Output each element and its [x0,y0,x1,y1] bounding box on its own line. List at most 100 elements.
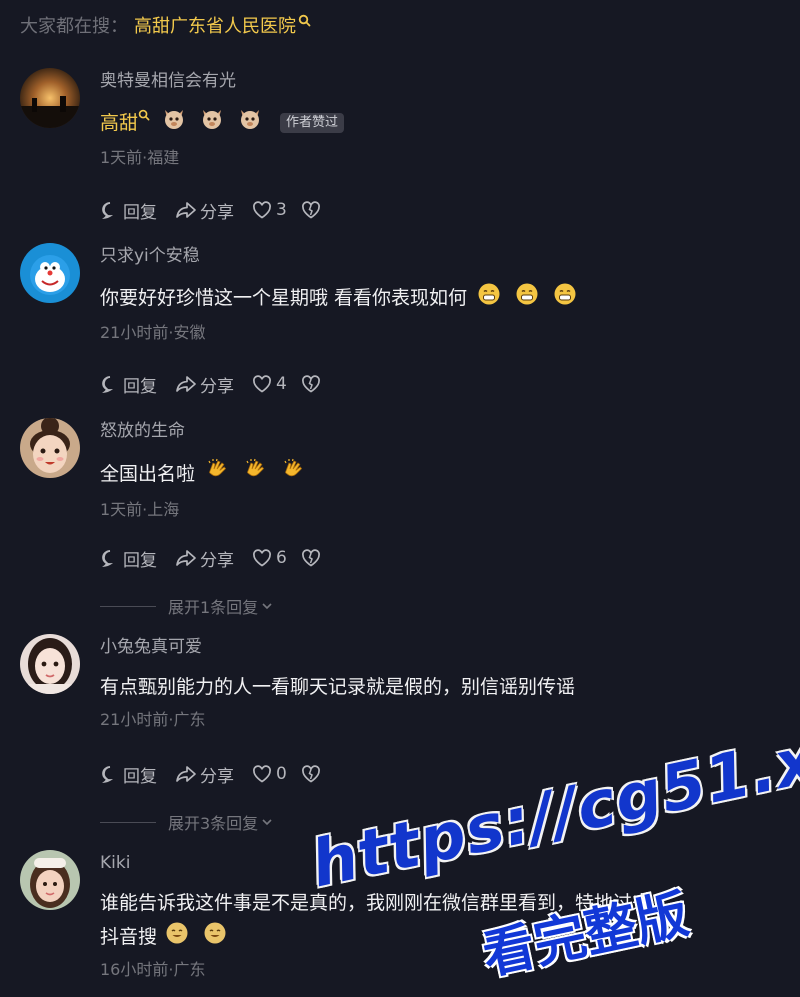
share-icon [176,550,196,566]
reply-icon [102,376,114,394]
share-button[interactable]: 分享 [175,198,234,223]
comment-actions: 回复 分享 6 [100,544,342,572]
chevron-down-icon [262,603,272,610]
share-label: 分享 [200,766,234,787]
reply-icon [102,202,114,220]
wolf-face-emoji [238,107,262,139]
comment-text-content: 全国出名啦 [100,463,196,485]
comment-text: 你要好好珍惜这一个星期哦 看看你表现如何 [100,282,780,314]
like-count: 3 [276,200,287,220]
share-label: 分享 [200,376,234,397]
avatar[interactable] [20,243,80,303]
chevron-down-icon [262,819,272,826]
broken-heart-icon [301,549,320,567]
comment-text: 有点甄别能力的人一看聊天记录就是假的，别信谣别传谣 [100,673,780,701]
like-count: 6 [276,548,287,568]
clap-emoji [205,457,229,491]
comment-text-content: 你要好好珍惜这一个星期哦 看看你表现如何 [100,287,468,309]
grin-face-emoji [553,282,577,314]
heart-icon [253,375,271,393]
expand-replies[interactable]: 展开1条回复 [100,593,274,619]
search-suggestion-keyword[interactable]: 高甜广东省人民医院 [134,12,296,38]
dislike-button[interactable] [301,201,324,219]
reply-button[interactable]: 回复 [100,762,157,787]
reply-button[interactable]: 回复 [100,546,157,571]
divider [100,821,156,823]
reply-label: 回复 [123,202,157,223]
comment-actions: 回复 分享 3 [100,196,342,224]
broken-heart-icon [301,765,320,783]
clap-emoji [281,457,305,491]
expand-replies[interactable]: 展开3条回复 [100,809,274,835]
comment-username[interactable]: Kiki [100,850,780,876]
comment-username[interactable]: 奥特曼相信会有光 [100,68,780,94]
avatar[interactable] [20,68,80,128]
wolf-face-emoji [162,107,186,139]
like-button[interactable]: 0 [252,764,287,784]
comment-text: 高甜 作者赞过 [100,107,780,139]
search-suggestion-label: 大家都在搜： [20,16,128,37]
comment-text: 全国出名啦 [100,457,780,491]
reply-label: 回复 [123,376,157,397]
comment-page: 大家都在搜： 高甜广东省人民医院 奥特曼相信会有光 高甜 作者赞过 1天前·福建… [0,0,800,997]
comment-actions: 回复 分享 0 [100,760,342,788]
share-icon [176,376,196,392]
share-icon [176,766,196,782]
share-label: 分享 [200,550,234,571]
heart-icon [253,201,271,219]
comment-text-content: 有点甄别能力的人一看聊天记录就是假的，别信谣别传谣 [100,676,576,698]
comment-meta: 21小时前·安徽 [100,323,206,342]
share-button[interactable]: 分享 [175,546,234,571]
comment-username[interactable]: 只求yi个安稳 [100,243,780,269]
reply-button[interactable]: 回复 [100,198,157,223]
like-button[interactable]: 4 [252,374,287,394]
grin-face-emoji [515,282,539,314]
expand-replies-label: 展开1条回复 [168,598,259,617]
share-button[interactable]: 分享 [175,762,234,787]
search-icon [298,14,311,36]
avatar[interactable] [20,850,80,910]
comment-text-line: 谁能告诉我这件事是不是真的，我刚刚在微信群里看到，特地过来 [100,892,652,914]
comment-meta: 1天前·福建 [100,148,180,167]
reply-label: 回复 [123,766,157,787]
heart-icon [253,549,271,567]
comment-text: 谁能告诉我这件事是不是真的，我刚刚在微信群里看到，特地过来 抖音搜 [100,889,780,953]
dislike-button[interactable] [301,375,324,393]
comment-actions: 回复 分享 4 [100,370,342,398]
comment-meta: 1天前·上海 [100,500,180,519]
dislike-button[interactable] [301,765,324,783]
reply-icon [102,766,114,784]
comment-meta: 21小时前·广东 [100,710,206,729]
search-icon [138,109,150,121]
expand-replies-label: 展开3条回复 [168,814,259,833]
comment-username[interactable]: 怒放的生命 [100,418,780,444]
author-liked-badge: 作者赞过 [280,113,345,133]
reply-label: 回复 [123,550,157,571]
comment-meta: 16小时前·广东 [100,960,206,979]
like-button[interactable]: 6 [252,548,287,568]
search-suggestion[interactable]: 大家都在搜： 高甜广东省人民医院 [20,10,311,40]
broken-heart-icon [301,201,320,219]
smile-face-emoji [165,921,189,953]
share-label: 分享 [200,202,234,223]
avatar[interactable] [20,418,80,478]
wolf-face-emoji [200,107,224,139]
like-button[interactable]: 3 [252,200,287,220]
comment-search-keyword[interactable]: 高甜 [100,109,138,137]
comment-text-line: 抖音搜 [100,926,158,948]
smile-face-emoji [203,921,227,953]
share-icon [176,202,196,218]
grin-face-emoji [477,282,501,314]
dislike-button[interactable] [301,549,324,567]
avatar[interactable] [20,634,80,694]
comment-username[interactable]: 小兔兔真可爱 [100,634,780,660]
broken-heart-icon [301,375,320,393]
heart-icon [253,765,271,783]
reply-icon [102,550,114,568]
reply-button[interactable]: 回复 [100,372,157,397]
divider [100,605,156,607]
share-button[interactable]: 分享 [175,372,234,397]
like-count: 0 [276,764,287,784]
like-count: 4 [276,374,287,394]
clap-emoji [243,457,267,491]
